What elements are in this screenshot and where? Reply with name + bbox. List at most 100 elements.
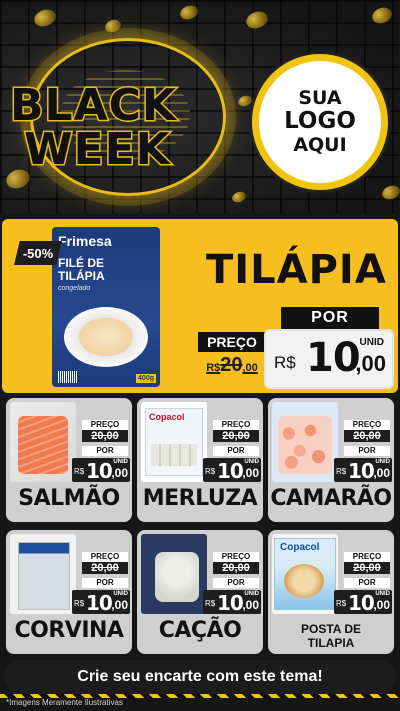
old-price-box: PREÇO 20,00 xyxy=(344,420,390,442)
old-price-label: PREÇO xyxy=(213,552,259,562)
featured-offer[interactable]: Frimesa FILÉ DE TILÁPIA congelado 400g -… xyxy=(2,219,398,393)
por-label: POR xyxy=(82,446,128,456)
coin-icon xyxy=(243,8,271,32)
salmao-image xyxy=(10,402,76,482)
product-card-cacao[interactable]: PREÇO 20,00 POR R$ 10 UNID ,00 CAÇÃO xyxy=(137,530,263,654)
old-price-value: R$20,00 xyxy=(198,354,266,377)
price-decimal: ,00 xyxy=(355,351,386,376)
old-price-box: PREÇO 20,00 xyxy=(213,420,259,442)
old-price-box: PREÇO R$20,00 xyxy=(198,332,266,378)
product-name: CAÇÃO xyxy=(158,618,242,643)
price-integer: 10 xyxy=(217,591,244,615)
old-price-label: PREÇO xyxy=(82,420,128,430)
old-price-dec: ,00 xyxy=(242,362,258,374)
disclaimer-text: *Imagens Meramente Ilustrativas xyxy=(6,698,123,707)
price-integer: 10 xyxy=(348,591,375,615)
old-price-box: PREÇO 20,00 xyxy=(82,420,128,442)
price-box: R$ 10 UNID ,00 xyxy=(203,458,261,483)
product-name: CORVINA xyxy=(14,618,124,643)
old-price-value: 20,00 xyxy=(82,562,128,574)
price-currency: R$ xyxy=(74,599,85,608)
product-card-salmao[interactable]: PREÇO 20,00 POR R$ 10 UNID ,00 SALMÃO xyxy=(6,398,132,522)
price-box: R$ 10 UNID ,00 xyxy=(72,458,130,483)
old-price-box: PREÇO 20,00 xyxy=(213,552,259,574)
por-label: POR xyxy=(281,307,379,329)
price-integer: 10 xyxy=(217,459,244,483)
corvina-image xyxy=(10,534,76,614)
logo-text-line3: AQUI xyxy=(293,133,347,156)
merluza-image: Copacol xyxy=(141,402,207,482)
coin-icon xyxy=(380,183,400,202)
price-decimal: ,00 xyxy=(242,598,259,612)
old-price-box: PREÇO 20,00 xyxy=(82,552,128,574)
product-name: CAMARÃO xyxy=(270,486,392,511)
product-name-line2: TILAPIA xyxy=(307,636,355,650)
product-name: POSTA DE TILAPIA xyxy=(268,622,394,650)
price-currency: R$ xyxy=(336,599,347,608)
package-sub: congelado xyxy=(58,285,91,292)
fish-plate-image xyxy=(64,307,148,367)
old-price-value: 20,00 xyxy=(82,430,128,442)
price-integer: 10 xyxy=(86,591,113,615)
product-name-line1: POSTA DE xyxy=(300,622,361,636)
logo-placeholder[interactable]: SUA LOGO AQUI xyxy=(252,54,388,190)
price-integer: 10 xyxy=(348,459,375,483)
price-unit: UNID xyxy=(113,459,128,465)
cacao-image xyxy=(141,534,207,614)
price-unit: UNID xyxy=(359,337,384,348)
price-decimal: ,00 xyxy=(373,598,390,612)
old-price-value: 20,00 xyxy=(344,430,390,442)
product-name: MERLUZA xyxy=(142,486,258,511)
old-price-box: PREÇO 20,00 xyxy=(344,552,390,574)
por-label: POR xyxy=(213,446,259,456)
coin-icon xyxy=(31,6,59,30)
price-decimal: ,00 xyxy=(242,466,259,480)
coin-icon xyxy=(178,3,200,22)
posta-tilapia-image: Copacol xyxy=(272,534,338,614)
product-card-camarao[interactable]: PREÇO 20,00 POR R$ 10 UNID ,00 CAMARÃO xyxy=(268,398,394,522)
featured-title: TILÁPIA xyxy=(206,247,387,293)
price-integer: 10 xyxy=(306,335,361,381)
package-brand: Copacol xyxy=(149,412,185,422)
price-box: R$ 10 UNID ,00 xyxy=(334,590,392,615)
old-price-int: 20 xyxy=(220,354,243,376)
product-card-corvina[interactable]: PREÇO 20,00 POR R$ 10 UNID ,00 CORVINA xyxy=(6,530,132,654)
coin-icon xyxy=(230,189,248,205)
price-unit: UNID xyxy=(375,591,390,597)
price-currency: R$ xyxy=(74,467,85,476)
package-name: FILÉ DE TILÁPIA xyxy=(58,256,105,284)
product-card-merluza[interactable]: Copacol PREÇO 20,00 POR R$ 10 UNID ,00 M… xyxy=(137,398,263,522)
old-price-prefix: R$ xyxy=(206,362,221,374)
header-banner: BLACK WEEK SUA LOGO AQUI xyxy=(0,0,400,214)
old-price-value: 20,00 xyxy=(213,562,259,574)
price-decimal: ,00 xyxy=(373,466,390,480)
por-label: POR xyxy=(82,578,128,588)
logo-text-line2: LOGO xyxy=(284,108,356,135)
old-price-label: PREÇO xyxy=(344,552,390,562)
price-box: R$ 10 UNID ,00 xyxy=(266,331,392,387)
price-decimal: ,00 xyxy=(111,598,128,612)
por-label: POR xyxy=(344,578,390,588)
product-card-posta-tilapia[interactable]: Copacol PREÇO 20,00 POR R$ 10 UNID ,00 P… xyxy=(268,530,394,654)
barcode-icon xyxy=(58,371,78,383)
price-currency: R$ xyxy=(336,467,347,476)
price-currency: R$ xyxy=(205,467,216,476)
product-name: SALMÃO xyxy=(18,486,120,511)
price-box: R$ 10 UNID ,00 xyxy=(203,590,261,615)
tilapia-package-image: Frimesa FILÉ DE TILÁPIA congelado 400g xyxy=(52,227,160,387)
coin-icon xyxy=(103,17,123,35)
old-price-value: 20,00 xyxy=(344,562,390,574)
package-brand: Frimesa xyxy=(58,233,112,249)
coin-icon xyxy=(236,93,254,109)
discount-badge: -50% xyxy=(14,241,62,265)
fish-fillet-image xyxy=(151,444,197,466)
price-unit: UNID xyxy=(113,591,128,597)
old-price-label: PREÇO xyxy=(82,552,128,562)
title-week: WEEK xyxy=(23,123,172,177)
old-price-label: PREÇO xyxy=(344,420,390,430)
old-price-label: PREÇO xyxy=(213,420,259,430)
create-flyer-button[interactable]: Crie seu encarte com este tema! xyxy=(4,660,396,694)
package-brand: Copacol xyxy=(280,542,320,553)
price-unit: UNID xyxy=(375,459,390,465)
por-label: POR xyxy=(344,446,390,456)
